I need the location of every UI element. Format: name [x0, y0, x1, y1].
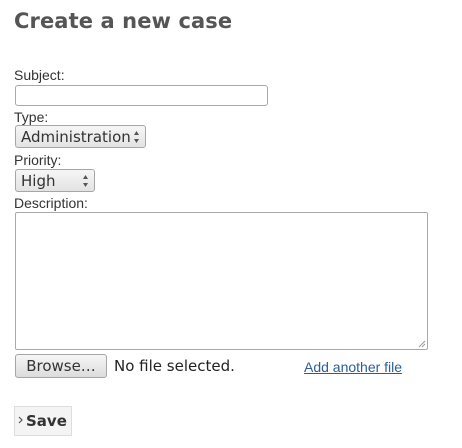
- resize-grip-icon[interactable]: [417, 339, 426, 348]
- type-label: Type:: [14, 109, 49, 125]
- save-button-label: Save: [26, 412, 67, 430]
- priority-label: Priority:: [14, 152, 62, 168]
- priority-select-value: High: [21, 171, 56, 190]
- up-down-arrows-icon: [83, 175, 88, 187]
- chevron-right-icon: [18, 416, 23, 424]
- subject-label: Subject:: [14, 67, 65, 83]
- type-select[interactable]: Administration: [15, 125, 146, 148]
- save-button[interactable]: Save: [14, 406, 72, 436]
- add-another-file-link[interactable]: Add another file: [304, 359, 402, 375]
- subject-input[interactable]: [15, 85, 268, 106]
- browse-button[interactable]: Browse…: [15, 354, 107, 378]
- priority-select[interactable]: High: [15, 169, 95, 192]
- page-title: Create a new case: [14, 9, 233, 33]
- description-textarea[interactable]: [15, 212, 428, 350]
- type-select-value: Administration: [21, 127, 131, 146]
- file-status-text: No file selected.: [114, 357, 235, 375]
- description-label: Description:: [14, 195, 88, 211]
- up-down-arrows-icon: [134, 131, 139, 143]
